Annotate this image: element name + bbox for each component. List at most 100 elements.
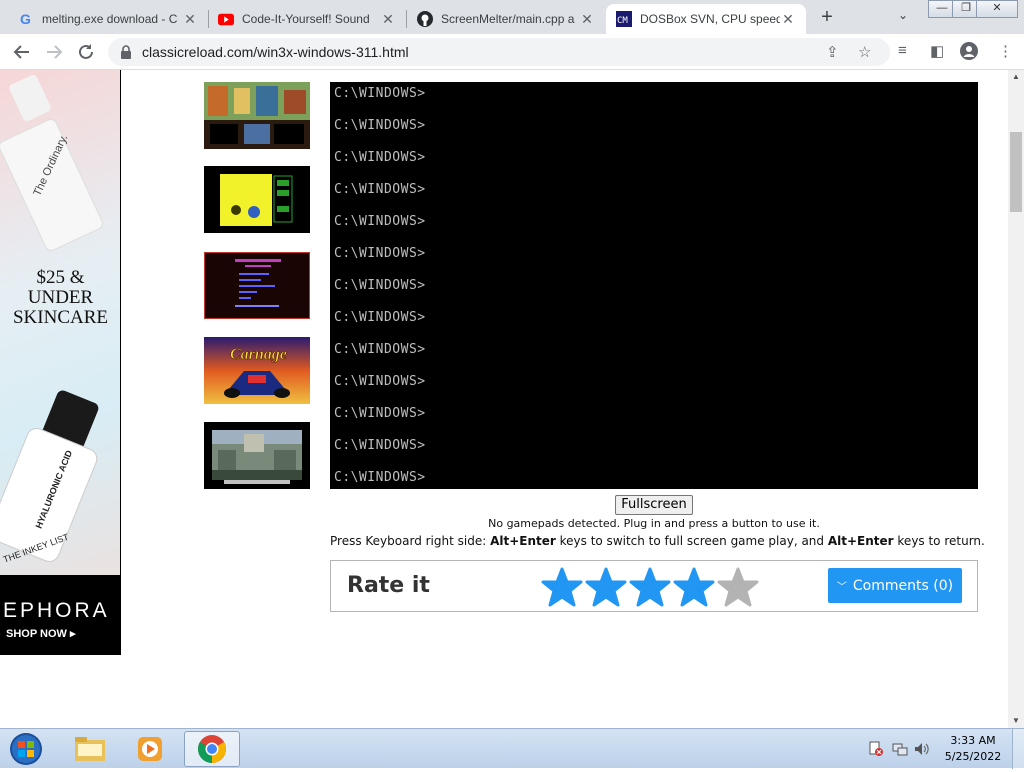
scrollbar-thumb[interactable] bbox=[1010, 132, 1022, 212]
moisturizer-bottle-image: HYALURONIC ACID THE INKEY LIST bbox=[0, 390, 99, 565]
shop-now-link[interactable]: SHOP NOW ▸ bbox=[6, 627, 76, 640]
clock-date: 5/25/2022 bbox=[944, 750, 1002, 763]
dos-prompt-line: C:\WINDOWS> bbox=[334, 470, 426, 485]
dos-prompt-line: C:\WINDOWS> bbox=[334, 150, 426, 165]
windows-logo-icon bbox=[10, 733, 42, 765]
game-thumbnail[interactable] bbox=[204, 422, 310, 489]
dos-prompt-line: C:\WINDOWS> bbox=[334, 182, 426, 197]
close-tab-icon[interactable]: ✕ bbox=[579, 11, 595, 28]
address-bar[interactable]: classicreload.com/win3x-windows-311.html… bbox=[108, 38, 890, 66]
thumbnail-menu-screen-image bbox=[235, 259, 281, 307]
dos-prompt-line: C:\WINDOWS> bbox=[334, 406, 426, 421]
new-tab-button[interactable]: + bbox=[816, 6, 838, 28]
scroll-up-arrow-icon[interactable]: ▲ bbox=[1008, 70, 1024, 84]
browser-toolbar: classicreload.com/win3x-windows-311.html… bbox=[0, 34, 1024, 70]
tab-melting-download[interactable]: G melting.exe download - C ✕ bbox=[8, 4, 208, 34]
serum-bottle-image: The Ordinary. bbox=[0, 74, 103, 252]
scroll-down-arrow-icon[interactable]: ▼ bbox=[1008, 714, 1024, 728]
thumbnail-carnage-racing-image: Carnage bbox=[204, 337, 310, 404]
close-tab-icon[interactable]: ✕ bbox=[182, 11, 198, 28]
media-control-icon[interactable]: ≡ bbox=[898, 42, 907, 59]
close-tab-icon[interactable]: ✕ bbox=[780, 11, 796, 28]
svg-text:G: G bbox=[20, 11, 31, 27]
bookmark-star-icon[interactable]: ☆ bbox=[858, 43, 871, 61]
chrome-icon bbox=[198, 735, 226, 763]
comments-label: Comments (0) bbox=[852, 577, 954, 594]
google-icon: G bbox=[18, 11, 34, 27]
tab-code-it-yourself[interactable]: Code-It-Yourself! Sound ✕ bbox=[208, 4, 406, 34]
reload-button[interactable] bbox=[74, 40, 98, 64]
show-desktop-button[interactable] bbox=[1012, 729, 1024, 769]
tab-title: ScreenMelter/main.cpp a bbox=[441, 12, 575, 26]
thumbnail-yellow-maze-image bbox=[220, 174, 293, 226]
comments-button[interactable]: ﹀ Comments (0) bbox=[828, 568, 962, 603]
rate-title: Rate it bbox=[347, 573, 430, 598]
dosbox-icon: CM bbox=[616, 11, 632, 27]
star-2-icon[interactable] bbox=[585, 567, 627, 607]
tab-title: melting.exe download - C bbox=[42, 12, 178, 26]
taskbar-media-player[interactable] bbox=[122, 731, 178, 767]
youtube-icon bbox=[218, 11, 234, 27]
back-arrow-icon bbox=[13, 45, 29, 59]
thumbnail-platform-game-image bbox=[204, 82, 310, 149]
fullscreen-button[interactable]: Fullscreen bbox=[615, 495, 693, 515]
system-clock[interactable]: 3:33 AM 5/25/2022 bbox=[940, 733, 1006, 765]
taskbar-chrome[interactable] bbox=[184, 731, 240, 767]
network-icon[interactable] bbox=[892, 741, 908, 757]
game-thumbnail[interactable] bbox=[204, 82, 310, 149]
folder-icon bbox=[75, 737, 105, 761]
dosbox-screen[interactable]: C:\WINDOWS> C:\WINDOWS> C:\WINDOWS> C:\WIND… bbox=[330, 82, 978, 489]
star-1-icon[interactable] bbox=[541, 567, 583, 607]
dos-prompt-line: C:\WINDOWS> bbox=[334, 310, 426, 325]
dos-prompt-line: C:\WINDOWS> bbox=[334, 86, 426, 101]
action-center-icon[interactable] bbox=[868, 741, 884, 757]
taskbar-explorer[interactable] bbox=[62, 731, 118, 767]
game-thumbnail[interactable] bbox=[204, 166, 310, 233]
tab-search-button[interactable]: ⌄ bbox=[898, 8, 908, 22]
volume-icon[interactable] bbox=[914, 741, 930, 757]
svg-text:CM: CM bbox=[617, 16, 628, 26]
forward-button[interactable] bbox=[42, 40, 66, 64]
profile-avatar-icon[interactable] bbox=[960, 42, 978, 64]
dos-prompt-line: C:\WINDOWS> bbox=[334, 118, 426, 133]
star-4-icon[interactable] bbox=[673, 567, 715, 607]
sephora-logo: SEPHORA bbox=[0, 599, 110, 622]
star-5-icon[interactable] bbox=[717, 567, 759, 607]
side-panel-icon[interactable]: ◧ bbox=[930, 42, 944, 60]
gamepad-message: No gamepads detected. Plug in and press … bbox=[488, 517, 820, 530]
dos-prompt-line: C:\WINDOWS> bbox=[334, 374, 426, 389]
github-icon bbox=[417, 11, 433, 27]
close-window-button[interactable]: ✕ bbox=[976, 0, 1018, 18]
windows-taskbar: 3:33 AM 5/25/2022 bbox=[0, 728, 1024, 769]
tab-dosbox[interactable]: CM DOSBox SVN, CPU speed ✕ bbox=[606, 4, 806, 34]
star-3-icon[interactable] bbox=[629, 567, 671, 607]
tab-strip: G melting.exe download - C ✕ Code-It-You… bbox=[0, 0, 1024, 34]
svg-text:Carnage: Carnage bbox=[230, 346, 287, 363]
tab-title: DOSBox SVN, CPU speed bbox=[640, 12, 780, 26]
share-icon[interactable]: ⇪ bbox=[826, 43, 839, 61]
tab-title: Code-It-Yourself! Sound bbox=[242, 12, 370, 26]
game-thumbnail[interactable] bbox=[204, 252, 310, 319]
close-tab-icon[interactable]: ✕ bbox=[380, 11, 396, 28]
dos-prompt-line: C:\WINDOWS> bbox=[334, 278, 426, 293]
dos-prompt-line: C:\WINDOWS> bbox=[334, 342, 426, 357]
dos-prompt-line: C:\WINDOWS> bbox=[334, 214, 426, 229]
ad-headline: $25 & UNDER SKINCARE bbox=[12, 267, 108, 328]
dos-prompt-line: C:\WINDOWS> bbox=[334, 438, 426, 453]
reload-icon bbox=[79, 44, 93, 59]
page-scrollbar[interactable]: ▲ ▼ bbox=[1008, 70, 1024, 728]
forward-arrow-icon bbox=[47, 45, 63, 59]
clock-time: 3:33 AM bbox=[950, 734, 996, 747]
menu-kebab-icon[interactable]: ⋮ bbox=[998, 42, 1013, 60]
ad-footer: SEPHORA SHOP NOW ▸ bbox=[0, 575, 120, 655]
media-player-icon bbox=[138, 737, 162, 761]
back-button[interactable] bbox=[10, 40, 34, 64]
lock-icon bbox=[120, 45, 132, 64]
game-thumbnail[interactable]: Carnage bbox=[204, 337, 310, 404]
url-text[interactable]: classicreload.com/win3x-windows-311.html bbox=[142, 44, 409, 60]
chevron-down-icon: ﹀ bbox=[836, 582, 847, 593]
tab-screenmelter[interactable]: ScreenMelter/main.cpp a ✕ bbox=[407, 4, 605, 34]
sephora-ad[interactable]: The Ordinary. $25 & UNDER SKINCARE HYALU… bbox=[0, 70, 121, 655]
start-button[interactable] bbox=[6, 731, 46, 767]
page-viewport: The Ordinary. $25 & UNDER SKINCARE HYALU… bbox=[0, 70, 1008, 728]
